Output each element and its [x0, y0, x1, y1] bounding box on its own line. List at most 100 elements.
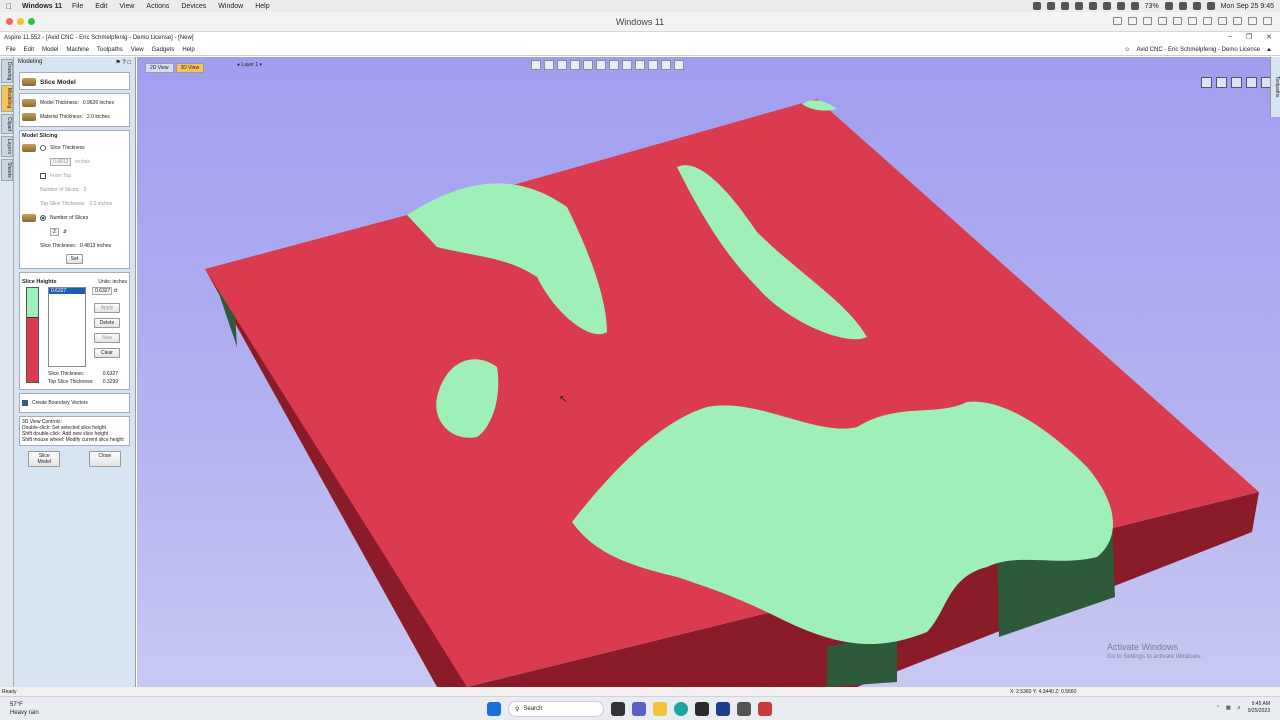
menu-machine[interactable]: Machine: [66, 47, 89, 53]
mac-menu-help[interactable]: Help: [255, 3, 269, 10]
apple-icon[interactable]: : [6, 2, 12, 11]
list-item[interactable]: 0.6327: [49, 288, 85, 294]
vm-toolbar-icon[interactable]: [1173, 17, 1182, 25]
mac-menu-file[interactable]: File: [72, 3, 83, 10]
status-icon[interactable]: [1088, 2, 1097, 10]
file-explorer-icon[interactable]: [653, 702, 667, 716]
delete-button[interactable]: Delete: [94, 318, 120, 328]
start-icon[interactable]: [487, 702, 501, 716]
menu-toolpaths[interactable]: Toolpaths: [97, 47, 123, 53]
mac-menu-actions[interactable]: Actions: [146, 3, 169, 10]
number-of-slices-spinner[interactable]: ⇵: [63, 229, 67, 235]
height-spinner[interactable]: ⇵: [113, 288, 117, 294]
weather-widget[interactable]: 57°F Heavy rain: [10, 701, 39, 717]
volume-icon[interactable]: ♬: [1237, 705, 1242, 711]
top-slice-thickness-label: Top Slice Thickness:: [40, 201, 86, 207]
minimize-icon[interactable]: –: [1228, 33, 1232, 41]
vm-toolbar-icon[interactable]: [1218, 17, 1227, 25]
tab-sheets[interactable]: Sheets: [1, 159, 13, 181]
slice-thickness-radio[interactable]: [40, 145, 46, 151]
set-button[interactable]: Set: [65, 254, 84, 264]
apply-button[interactable]: Apply: [94, 303, 120, 313]
from-top-checkbox[interactable]: [40, 173, 46, 179]
top-slice-thickness-value: 0.0 inches: [89, 201, 113, 207]
tab-layers[interactable]: Layers: [1, 136, 13, 158]
store-icon[interactable]: [695, 702, 709, 716]
3d-view[interactable]: 2D View 3D View ● Layer 1 ▾ ↖ Activate W…: [137, 57, 1280, 687]
mac-clock[interactable]: Mon Sep 25 9:45: [1221, 3, 1274, 10]
height-input[interactable]: 0.6327: [92, 287, 112, 295]
slice-model-button[interactable]: Slice Model: [28, 451, 61, 467]
tab-drawing[interactable]: Drawing: [1, 59, 13, 84]
vm-toolbar-icon[interactable]: [1128, 17, 1137, 25]
number-of-slices-input[interactable]: 2: [50, 228, 59, 236]
from-top-label: From Top: [50, 173, 72, 179]
menu-view[interactable]: View: [131, 47, 144, 53]
search-icon[interactable]: [1192, 2, 1201, 10]
vm-toolbar-icon[interactable]: [1263, 17, 1272, 25]
vm-toolbar-icon[interactable]: [1248, 17, 1257, 25]
status-icon[interactable]: [1046, 2, 1055, 10]
activate-windows-watermark: Activate Windows Go to Settings to activ…: [1107, 642, 1202, 660]
windows-taskbar: 57°F Heavy rain ⚲ Search ⌃ ▩ ♬ 9:45 AM 9…: [0, 696, 1280, 720]
tab-modeling[interactable]: Modeling: [1, 85, 13, 112]
vm-toolbar-icon[interactable]: [1158, 17, 1167, 25]
menu-help[interactable]: Help: [182, 47, 194, 53]
vm-toolbar-icon[interactable]: [1143, 17, 1152, 25]
collapse-icon[interactable]: ▲: [1266, 47, 1272, 53]
minimize-window-button[interactable]: [17, 18, 24, 25]
status-icon[interactable]: [1116, 2, 1125, 10]
boundary-vectors-checkbox[interactable]: [22, 400, 28, 406]
taskbar-clock[interactable]: 9:45 AM 9/25/2023: [1248, 701, 1270, 715]
slice-thickness-input[interactable]: 0.4813: [50, 158, 72, 166]
pin-icon[interactable]: ⚑ ? □: [115, 59, 131, 67]
vm-toolbar-icon[interactable]: [1233, 17, 1242, 25]
battery-icon[interactable]: [1164, 2, 1173, 10]
mac-menu-window[interactable]: Window: [218, 3, 243, 10]
control-center-icon[interactable]: [1206, 2, 1215, 10]
mac-app-name[interactable]: Windows 11: [22, 3, 62, 10]
menu-file[interactable]: File: [6, 47, 16, 53]
zoom-window-button[interactable]: [28, 18, 35, 25]
vm-toolbar-icon[interactable]: [1188, 17, 1197, 25]
heights-header: Slice Heights: [22, 279, 57, 285]
battery-percent: 73%: [1144, 2, 1159, 10]
status-icon[interactable]: [1074, 2, 1083, 10]
aspire-icon[interactable]: [758, 702, 772, 716]
status-icon[interactable]: [1130, 2, 1139, 10]
clear-button[interactable]: Clear: [94, 348, 120, 358]
vm-toolbar-icon[interactable]: [1203, 17, 1212, 25]
status-icon[interactable]: [1060, 2, 1069, 10]
app-icon[interactable]: [737, 702, 751, 716]
restore-icon[interactable]: ❐: [1246, 33, 1252, 41]
menu-model[interactable]: Model: [42, 47, 58, 53]
search-label: Search: [523, 706, 543, 712]
help-line: Shift mouse wheel: Modify current slice …: [22, 437, 124, 443]
close-button[interactable]: Close: [88, 451, 121, 467]
new-button[interactable]: New: [94, 333, 120, 343]
number-of-slices-radio[interactable]: [40, 215, 46, 221]
chat-icon[interactable]: [632, 702, 646, 716]
vectric-icon[interactable]: [716, 702, 730, 716]
panel-header: Modeling: [18, 59, 43, 65]
num-slices-value: 2: [83, 187, 87, 193]
edge-icon[interactable]: [674, 702, 688, 716]
mac-menu-view[interactable]: View: [119, 3, 134, 10]
close-window-button[interactable]: [6, 18, 13, 25]
close-icon[interactable]: ✕: [1266, 33, 1272, 41]
status-icon[interactable]: [1102, 2, 1111, 10]
mac-menu-edit[interactable]: Edit: [95, 3, 107, 10]
task-view-icon[interactable]: [611, 702, 625, 716]
tab-toolpaths[interactable]: Toolpaths: [1270, 57, 1280, 117]
menu-gadgets[interactable]: Gadgets: [152, 47, 175, 53]
slice-heights-list[interactable]: 0.6327: [48, 287, 86, 367]
status-icon[interactable]: [1032, 2, 1041, 10]
network-icon[interactable]: ▩: [1226, 705, 1231, 711]
tab-clipart[interactable]: Clipart: [1, 113, 13, 135]
wifi-icon[interactable]: [1178, 2, 1187, 10]
vm-toolbar-icon[interactable]: [1113, 17, 1122, 25]
menu-edit[interactable]: Edit: [24, 47, 34, 53]
taskbar-search[interactable]: ⚲ Search: [508, 701, 604, 717]
mac-menu-devices[interactable]: Devices: [181, 3, 206, 10]
chevron-up-icon[interactable]: ⌃: [1216, 705, 1220, 711]
